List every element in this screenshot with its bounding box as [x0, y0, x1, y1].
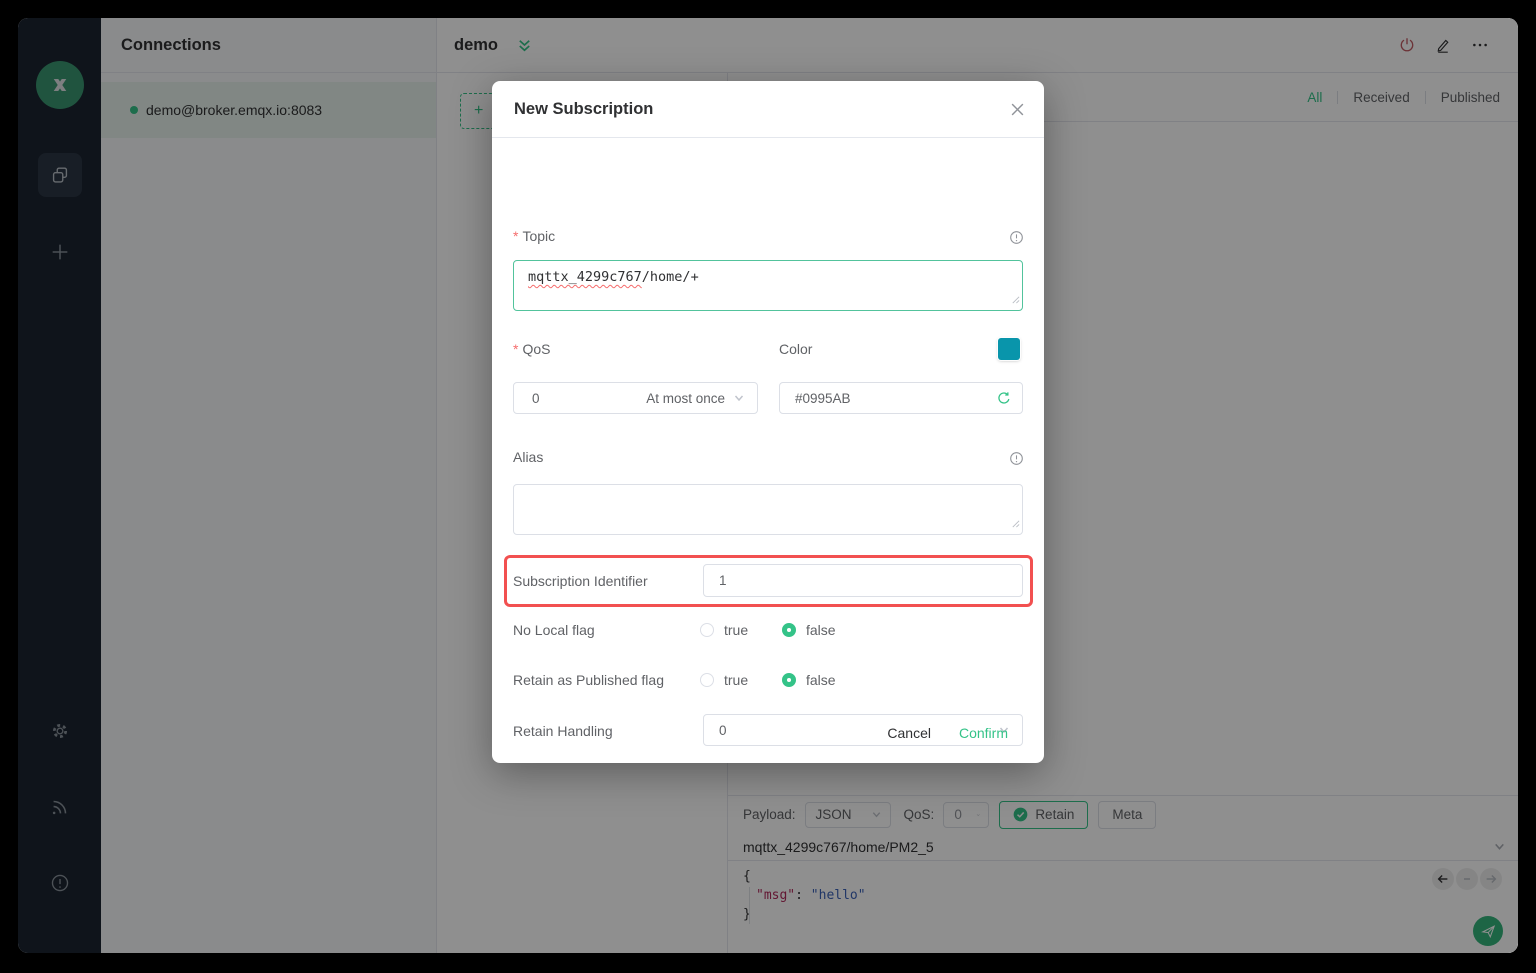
resize-handle[interactable]: [1011, 516, 1020, 532]
no-local-flag-row: No Local flag true false: [513, 622, 1023, 638]
retain-as-published-false-radio[interactable]: false: [782, 672, 836, 688]
color-input[interactable]: #0995AB: [779, 382, 1023, 414]
subscription-identifier-label: Subscription Identifier: [513, 573, 648, 589]
chevron-down-icon: [734, 395, 744, 402]
modal-header: New Subscription: [492, 81, 1044, 138]
refresh-color-icon[interactable]: [997, 391, 1011, 405]
qos-label: QoS: [522, 341, 551, 357]
radio-icon: [782, 623, 796, 637]
qos-select[interactable]: 0 At most once: [513, 382, 758, 414]
modal-title: New Subscription: [514, 99, 654, 118]
color-value: #0995AB: [795, 390, 851, 406]
resize-handle[interactable]: [1011, 292, 1020, 308]
color-label: Color: [779, 341, 813, 357]
cancel-button[interactable]: Cancel: [887, 725, 931, 741]
alias-label-row: Alias: [513, 449, 543, 465]
topic-value-suffix: /home/+: [641, 269, 699, 285]
topic-info-icon[interactable]: [1008, 229, 1025, 246]
retain-as-published-label: Retain as Published flag: [513, 672, 664, 688]
no-local-true-radio[interactable]: true: [700, 622, 748, 638]
subscription-identifier-input[interactable]: 1: [703, 564, 1023, 597]
alias-label: Alias: [513, 449, 544, 465]
new-subscription-modal: New Subscription * Topic mqttx_4299c767/…: [492, 81, 1044, 763]
topic-label-row: * Topic: [513, 228, 556, 244]
radio-icon: [700, 673, 714, 687]
retain-as-published-true-radio[interactable]: true: [700, 672, 748, 688]
topic-value-prefix: mqttx_4299c767: [528, 269, 642, 285]
no-local-false-radio[interactable]: false: [782, 622, 836, 638]
topic-label: Topic: [522, 228, 556, 244]
qos-label-row: * QoS: [513, 341, 551, 357]
radio-icon: [700, 623, 714, 637]
retain-as-published-row: Retain as Published flag true false: [513, 672, 1023, 688]
qos-value-text: At most once: [646, 390, 725, 406]
radio-icon: [782, 673, 796, 687]
topic-textarea[interactable]: mqttx_4299c767/home/+: [513, 260, 1023, 311]
confirm-button[interactable]: Confirm: [959, 725, 1008, 741]
retain-handling-label: Retain Handling: [513, 723, 613, 739]
modal-footer: Cancel Confirm: [887, 725, 1008, 741]
qos-value: 0: [532, 390, 540, 406]
alias-textarea[interactable]: [513, 484, 1023, 535]
alias-info-icon[interactable]: [1008, 450, 1025, 467]
color-label-row: Color: [779, 341, 812, 357]
subscription-color-swatch[interactable]: [998, 338, 1020, 360]
retain-handling-value: 0: [719, 722, 727, 738]
close-icon[interactable]: [1010, 102, 1025, 117]
no-local-flag-label: No Local flag: [513, 622, 595, 638]
